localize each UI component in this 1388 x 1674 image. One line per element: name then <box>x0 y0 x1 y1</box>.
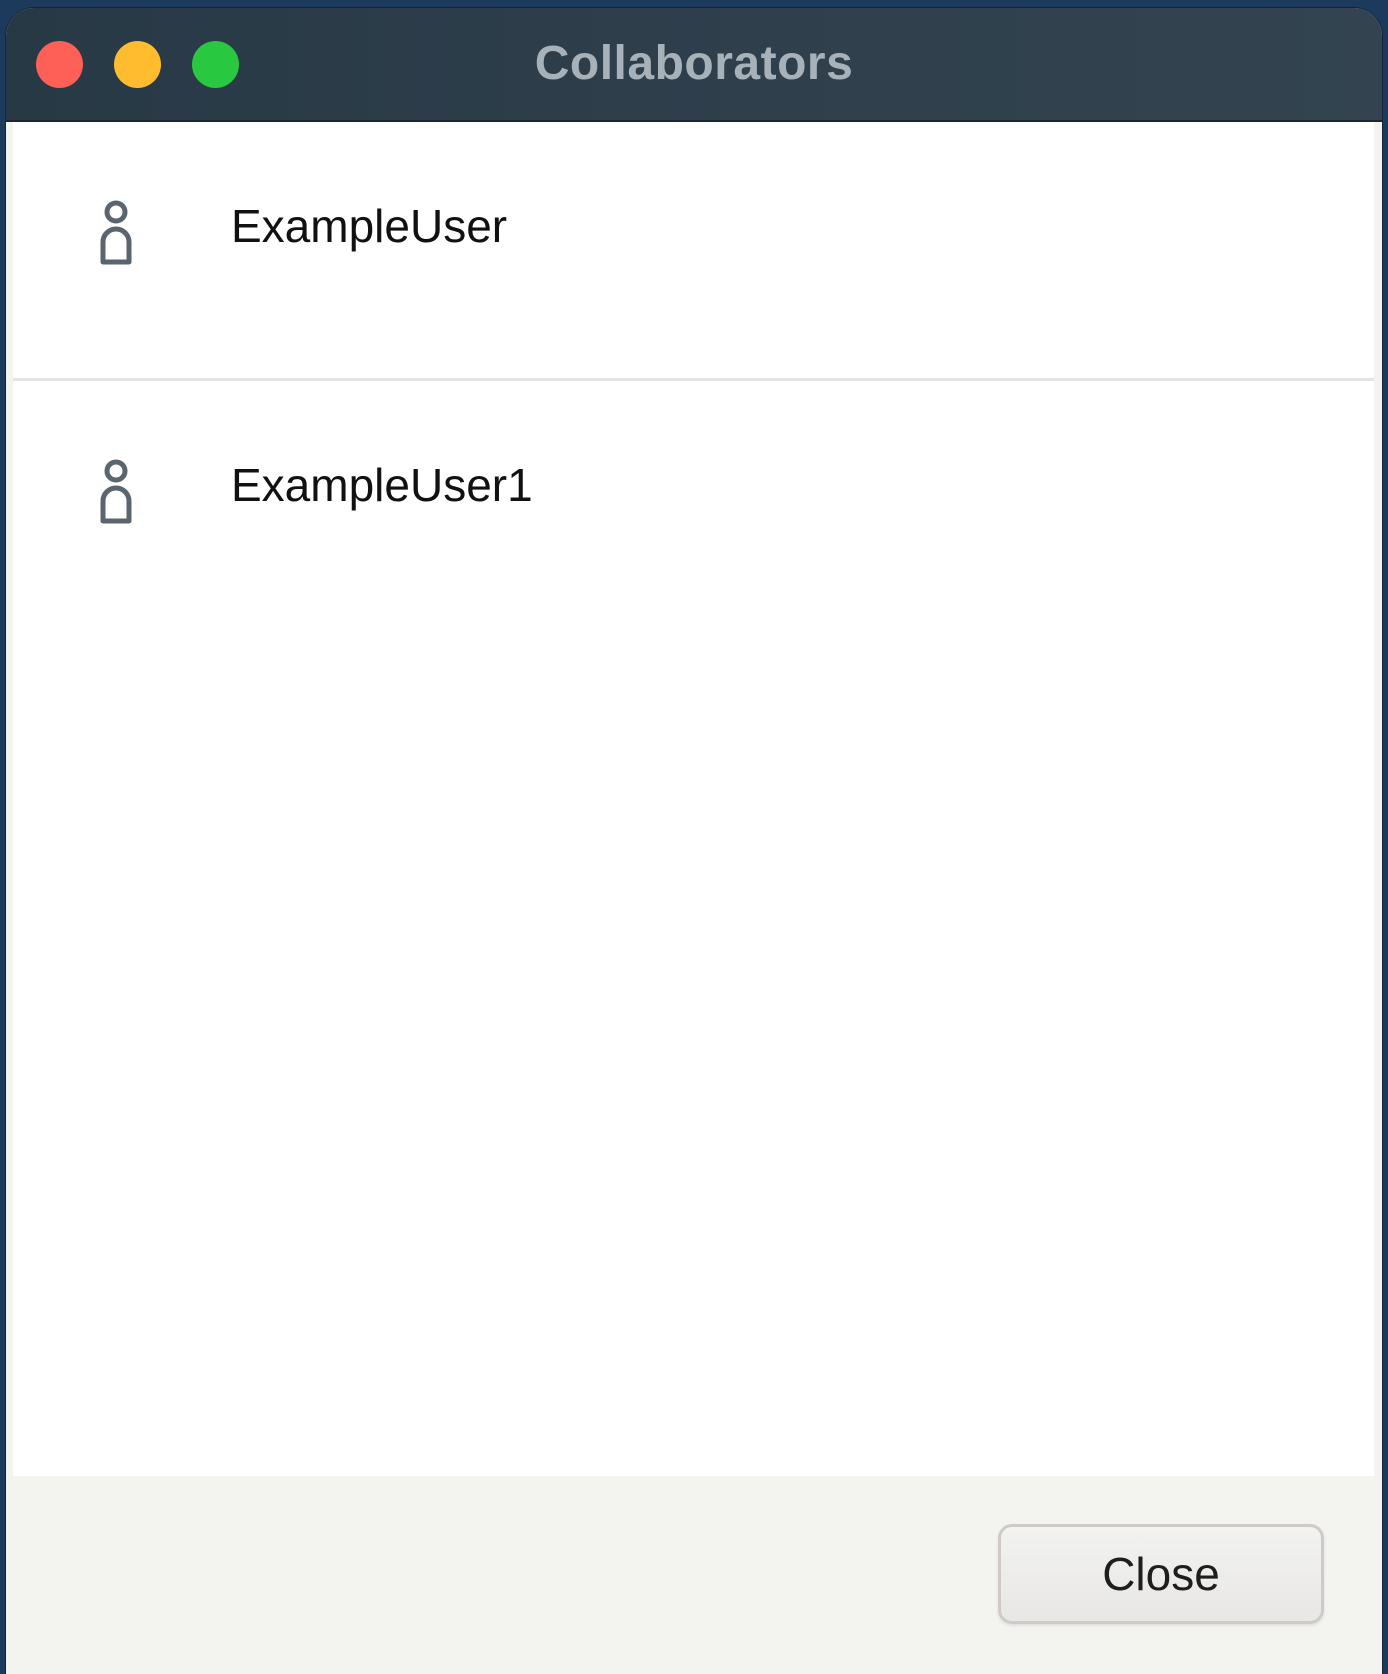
collaborator-name: ExampleUser <box>231 200 508 252</box>
list-item[interactable]: ExampleUser1 <box>13 381 1374 637</box>
list-item[interactable]: ExampleUser <box>13 122 1374 381</box>
collaborator-name: ExampleUser1 <box>231 459 533 511</box>
window-title: Collaborators <box>534 37 854 90</box>
collaborators-window: Collaborators ExampleUser ExampleUser1 C… <box>6 8 1382 1674</box>
collaborator-list: ExampleUser ExampleUser1 <box>13 122 1374 1476</box>
close-button[interactable]: Close <box>998 1524 1324 1624</box>
user-icon <box>100 200 132 265</box>
user-icon <box>100 459 132 524</box>
title-bar[interactable]: Collaborators <box>6 8 1382 122</box>
dialog-footer: Close <box>6 1476 1382 1674</box>
